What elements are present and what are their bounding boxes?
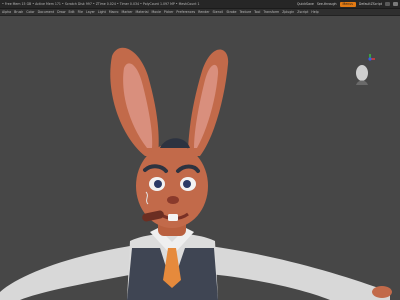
quicksave-button[interactable]: QuickSave (297, 0, 314, 8)
menu-item-stencil[interactable]: Stencil (213, 9, 224, 16)
default-zscript-button[interactable]: DefaultZScript (359, 0, 382, 8)
menu-item-texture[interactable]: Texture (239, 9, 251, 16)
close-icon[interactable] (393, 2, 398, 6)
status-info: • Free Mem 15 GB • Active Mem 171 • Scra… (2, 2, 200, 6)
menu-item-macro[interactable]: Macro (109, 9, 119, 16)
menu-item-stroke[interactable]: Stroke (226, 9, 236, 16)
left-arm (0, 246, 135, 300)
menu-item-transform[interactable]: Transform (263, 9, 279, 16)
menu-item-picker[interactable]: Picker (164, 9, 174, 16)
head-orientation-gizmo-icon[interactable] (352, 53, 376, 87)
menu-item-layer[interactable]: Layer (86, 9, 95, 16)
menu-item-alpha[interactable]: Alpha (2, 9, 11, 16)
menu-item-file[interactable]: File (78, 9, 83, 16)
menu-bar: Alpha Brush Color Document Draw Edit File Layer… (0, 9, 400, 16)
menu-item-zplugin[interactable]: Zplugin (282, 9, 294, 16)
menu-item-document[interactable]: Document (38, 9, 55, 16)
left-iris (154, 180, 162, 188)
teeth (168, 214, 178, 221)
title-bar-controls: QuickSave See-through Menus DefaultZScri… (297, 0, 398, 8)
menu-item-marker[interactable]: Marker (122, 9, 133, 16)
hair-tuft (160, 138, 190, 148)
menu-item-edit[interactable]: Edit (68, 9, 74, 16)
menu-item-draw[interactable]: Draw (57, 9, 65, 16)
nose (167, 196, 179, 204)
right-iris (183, 180, 191, 188)
right-arm (210, 246, 390, 300)
rabbit-character-model (0, 47, 392, 300)
menu-item-movie[interactable]: Movie (151, 9, 160, 16)
menu-item-color[interactable]: Color (26, 9, 34, 16)
menu-item-brush[interactable]: Brush (14, 9, 23, 16)
menu-item-zscript[interactable]: Zscript (297, 9, 308, 16)
menu-item-tool[interactable]: Tool (254, 9, 260, 16)
menu-item-render[interactable]: Render (198, 9, 209, 16)
menu-item-material[interactable]: Material (136, 9, 149, 16)
menu-item-preferences[interactable]: Preferences (176, 9, 195, 16)
minimize-icon[interactable] (385, 2, 390, 6)
see-through-slider[interactable]: See-through (317, 0, 337, 8)
right-hand (372, 286, 392, 298)
menu-item-help[interactable]: Help (311, 9, 318, 16)
menu-item-light[interactable]: Light (98, 9, 106, 16)
menus-button[interactable]: Menus (339, 1, 356, 7)
canvas-viewport[interactable] (0, 16, 400, 300)
